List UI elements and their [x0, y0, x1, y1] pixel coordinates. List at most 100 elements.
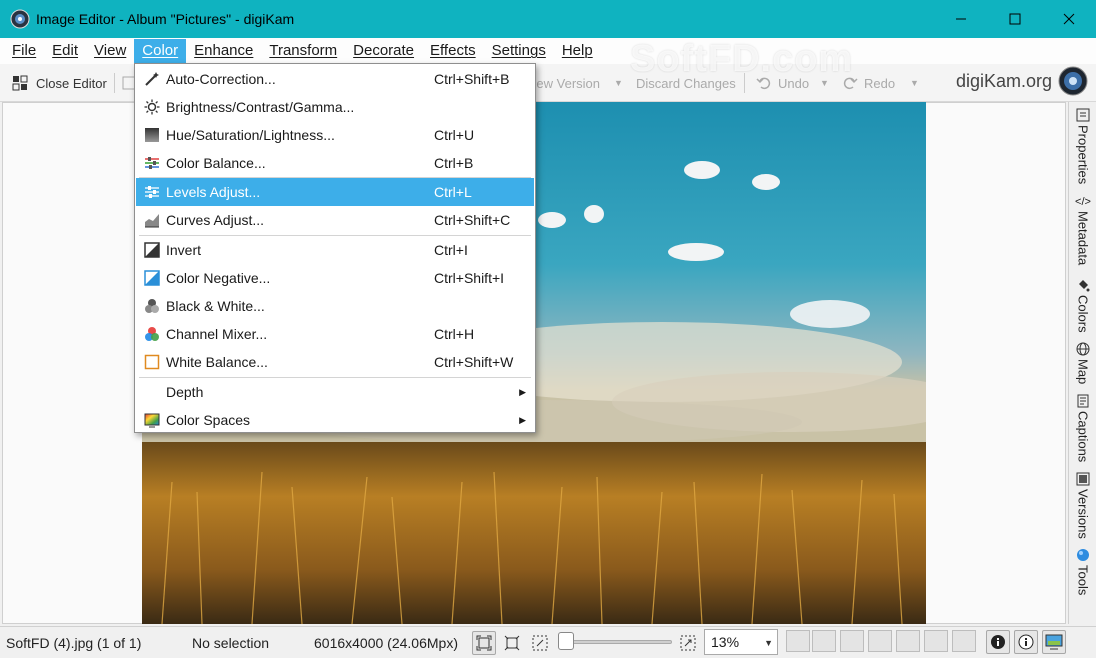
menu-decorate[interactable]: Decorate: [345, 39, 422, 63]
menu-item-white-balance[interactable]: White Balance... Ctrl+Shift+W: [136, 348, 534, 376]
negative-icon: [144, 270, 160, 286]
menu-item-color-negative[interactable]: Color Negative... Ctrl+Shift+I: [136, 264, 534, 292]
menu-file[interactable]: File: [4, 39, 44, 63]
code-icon: </>: [1075, 196, 1091, 208]
menu-enhance[interactable]: Enhance: [186, 39, 261, 63]
magic-wand-icon: [145, 72, 159, 86]
tab-colors[interactable]: Colors: [1071, 278, 1095, 333]
versions-icon: [1076, 472, 1090, 486]
zoom-selection-icon: [532, 635, 548, 651]
menu-color[interactable]: Color: [134, 39, 187, 63]
menu-item-levels-adjust[interactable]: Levels Adjust... Ctrl+L: [136, 178, 534, 206]
menu-item-auto-correction[interactable]: Auto-Correction... Ctrl+Shift+B: [136, 65, 534, 93]
actual-size-icon: [504, 635, 520, 651]
tab-colors-label: Colors: [1075, 295, 1091, 333]
digikam-logo-icon: [1058, 66, 1088, 96]
minimize-button[interactable]: [934, 0, 988, 38]
tab-versions[interactable]: Versions: [1071, 472, 1095, 539]
menu-transform[interactable]: Transform: [261, 39, 345, 63]
white-balance-icon: [144, 354, 160, 370]
menu-item-hue-saturation[interactable]: Hue/Saturation/Lightness... Ctrl+U: [136, 121, 534, 149]
zoom-selection-button[interactable]: [528, 631, 552, 655]
view-split-vertical-button[interactable]: [812, 630, 836, 652]
menu-item-color-balance[interactable]: Color Balance... Ctrl+B: [136, 149, 534, 177]
view-split-horizontal-button[interactable]: [840, 630, 864, 652]
status-file: SoftFD (4).jpg (1 of 1): [6, 635, 142, 651]
status-dimensions: 6016x4000 (24.06Mpx): [314, 635, 458, 651]
digikam-app-icon: [10, 9, 30, 29]
close-window-button[interactable]: [1042, 0, 1096, 38]
sun-icon: [144, 99, 160, 115]
hue-icon: [145, 128, 159, 142]
tools-icon: [1077, 549, 1089, 561]
menu-item-curves-adjust[interactable]: Curves Adjust... Ctrl+Shift+C: [136, 206, 534, 234]
tab-metadata[interactable]: </> Metadata: [1071, 196, 1095, 265]
menu-bar: File Edit View Color Enhance Transform D…: [0, 38, 1096, 64]
new-version-button[interactable]: New Version: [536, 73, 600, 93]
status-selection: No selection: [192, 635, 270, 651]
zoom-fit-button[interactable]: [472, 631, 496, 655]
zoom-value: 13%: [711, 634, 740, 650]
menu-item-channel-mixer[interactable]: Channel Mixer... Ctrl+H: [136, 320, 534, 348]
close-icon: [1063, 13, 1075, 25]
close-editor-label: Close Editor: [36, 75, 107, 91]
view-overlay-button[interactable]: [952, 630, 976, 652]
tab-versions-label: Versions: [1075, 489, 1091, 539]
zoom-slider-track[interactable]: [560, 640, 672, 644]
menu-help[interactable]: Help: [554, 39, 601, 63]
menu-item-color-spaces[interactable]: Color Spaces ▶: [136, 406, 534, 434]
redo-dropdown[interactable]: ▼: [910, 73, 919, 93]
submenu-arrow-icon: ▶: [519, 386, 526, 397]
zoom-combo[interactable]: 13% ▼: [704, 629, 778, 655]
zoom-in-button[interactable]: [676, 631, 700, 655]
color-managed-view-button[interactable]: [1042, 630, 1066, 654]
menu-view[interactable]: View: [86, 39, 134, 63]
menu-item-black-white[interactable]: Black & White...: [136, 292, 534, 320]
submenu-arrow-icon: ▶: [519, 414, 526, 425]
right-sidebar-tabs: Properties </> Metadata Colors Map Capti…: [1068, 102, 1096, 624]
tab-captions-label: Captions: [1075, 411, 1091, 463]
maximize-icon: [1009, 13, 1021, 25]
invert-icon: [144, 242, 160, 258]
channel-mixer-icon: [145, 327, 159, 341]
captions-icon: [1077, 394, 1089, 408]
digikam-brand[interactable]: digiKam.org: [956, 66, 1088, 96]
color-menu-dropdown: Auto-Correction... Ctrl+Shift+B Brightne…: [134, 63, 536, 433]
menu-item-depth[interactable]: Depth ▶: [136, 378, 534, 406]
globe-icon: [1076, 342, 1090, 356]
menu-effects[interactable]: Effects: [422, 39, 484, 63]
grid-icon: [12, 75, 28, 91]
tab-captions[interactable]: Captions: [1071, 394, 1095, 462]
underexposure-button[interactable]: [986, 630, 1010, 654]
zoom-slider-handle[interactable]: [558, 632, 574, 650]
tab-map-label: Map: [1075, 359, 1091, 385]
zoom-100-button[interactable]: [500, 631, 524, 655]
tab-map[interactable]: Map: [1071, 342, 1095, 384]
view-target-button[interactable]: [924, 630, 948, 652]
menu-edit[interactable]: Edit: [44, 39, 86, 63]
title-bar: Image Editor - Album "Pictures" - digiKa…: [0, 0, 1096, 38]
view-compare-button[interactable]: [868, 630, 892, 652]
tab-tools[interactable]: Tools: [1071, 548, 1095, 595]
chevron-down-icon: ▼: [764, 638, 773, 648]
curves-icon: [145, 214, 159, 228]
watermark: SoftFD.com: [630, 38, 854, 80]
info-outline-icon: [1018, 634, 1034, 650]
overexposure-button[interactable]: [1014, 630, 1038, 654]
brand-label: digiKam.org: [955, 70, 1052, 91]
tab-metadata-label: Metadata: [1075, 211, 1091, 266]
color-spaces-icon: [144, 413, 160, 428]
tab-tools-label: Tools: [1075, 565, 1091, 596]
view-original-button[interactable]: [786, 630, 810, 652]
menu-item-invert[interactable]: Invert Ctrl+I: [136, 236, 534, 264]
window-title: Image Editor - Album "Pictures" - digiKa…: [36, 11, 295, 27]
minimize-icon: [956, 18, 966, 20]
menu-item-brightness[interactable]: Brightness/Contrast/Gamma...: [136, 93, 534, 121]
maximize-button[interactable]: [988, 0, 1042, 38]
view-side-by-side-button[interactable]: [896, 630, 920, 652]
close-editor-button[interactable]: Close Editor: [12, 73, 107, 93]
new-version-dropdown[interactable]: ▼: [614, 73, 623, 93]
tab-properties[interactable]: Properties: [1071, 108, 1095, 184]
menu-settings[interactable]: Settings: [484, 39, 554, 63]
levels-icon: [145, 186, 159, 198]
